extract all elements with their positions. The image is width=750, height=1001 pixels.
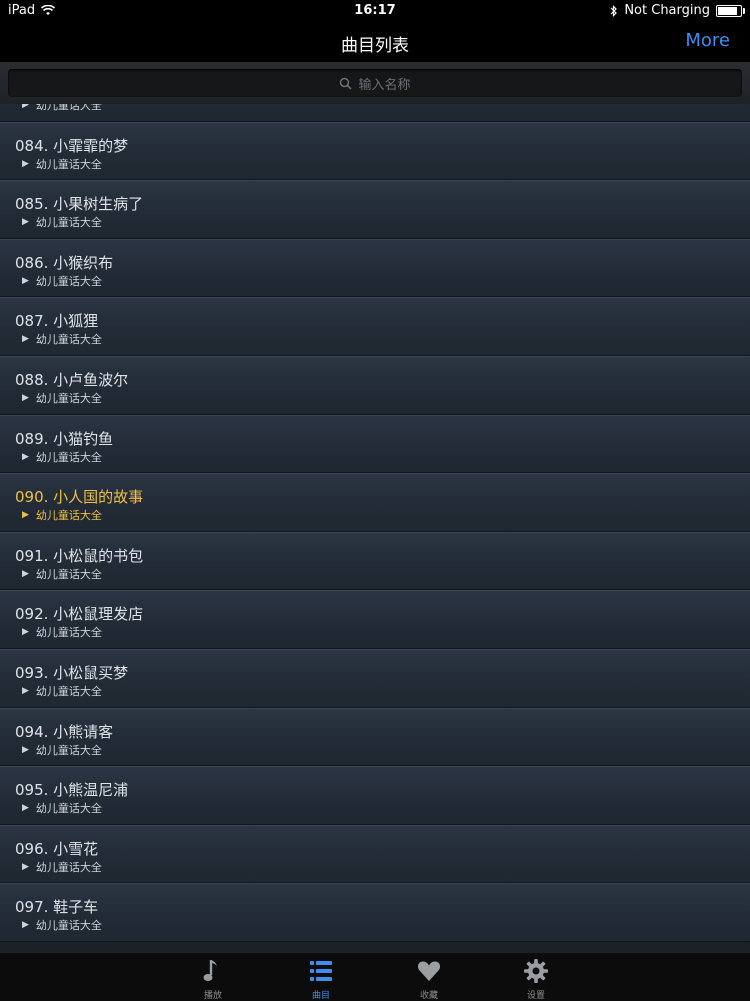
track-title: 091. 小松鼠的书包	[15, 546, 144, 565]
album-name: 幼儿童话大全	[35, 333, 102, 347]
play-triangle-icon: ▶	[22, 275, 29, 286]
track-title: 084. 小霏霏的梦	[15, 136, 129, 155]
album-name: 幼儿童话大全	[35, 216, 102, 230]
search-input[interactable]: 输入名称	[8, 69, 742, 97]
more-button[interactable]: More	[685, 30, 730, 51]
track-subtitle: ▶ 幼儿童话大全	[22, 566, 102, 582]
search-bar: 输入名称	[0, 62, 750, 105]
track-title: 088. 小卢鱼波尔	[15, 370, 129, 389]
track-title: 096. 小雪花	[15, 839, 99, 858]
list-item[interactable]: 094. 小熊请客 ▶ 幼儿童话大全	[0, 707, 750, 767]
play-triangle-icon: ▶	[22, 392, 29, 403]
list-item[interactable]: 090. 小人国的故事 ▶ 幼儿童话大全	[0, 473, 750, 532]
album-name: 幼儿童话大全	[35, 104, 102, 112]
track-subtitle: ▶ 幼儿童话大全	[22, 683, 102, 699]
tab-play[interactable]: 播放	[178, 953, 248, 1001]
play-triangle-icon: ▶	[22, 920, 29, 931]
album-name: 幼儿童话大全	[35, 567, 102, 581]
track-title: 086. 小猴织布	[15, 253, 114, 272]
track-list[interactable]: 083. 小草▶幼儿童话大全084. 小霏霏的梦▶幼儿童话大全085. 小果树生…	[0, 104, 750, 952]
play-triangle-icon: ▶	[22, 158, 29, 169]
track-title: 092. 小松鼠理发店	[15, 605, 144, 624]
play-triangle-icon: ▶	[22, 510, 29, 521]
album-name: 幼儿童话大全	[35, 684, 102, 698]
list-item[interactable]: 089. 小猫钓鱼 ▶ 幼儿童话大全	[0, 414, 750, 474]
play-triangle-icon: ▶	[22, 217, 29, 228]
track-subtitle: ▶ 幼儿童话大全	[22, 742, 102, 758]
track-subtitle: ▶ 幼儿童话大全	[22, 507, 102, 523]
music-note-icon	[203, 960, 217, 981]
track-title: 097. 鞋子车	[15, 898, 99, 917]
list-item[interactable]: 095. 小熊温尼浦 ▶ 幼儿童话大全	[0, 766, 750, 825]
track-subtitle: ▶ 幼儿童话大全	[22, 859, 102, 875]
track-title: 089. 小猫钓鱼	[15, 429, 114, 448]
play-triangle-icon: ▶	[22, 685, 29, 696]
album-name: 幼儿童话大全	[35, 802, 102, 816]
list-item[interactable]: 093. 小松鼠买梦 ▶ 幼儿童话大全	[0, 648, 750, 708]
album-name: 幼儿童话大全	[35, 743, 102, 757]
play-triangle-icon: ▶	[22, 104, 29, 110]
album-name: 幼儿童话大全	[35, 626, 102, 640]
list-icon	[310, 961, 332, 981]
list-item[interactable]: 083. 小草▶幼儿童话大全	[0, 104, 750, 122]
charging-status: Not Charging	[624, 3, 710, 18]
battery-icon	[716, 4, 745, 17]
tab-play-label: 播放	[203, 991, 222, 1001]
track-subtitle: ▶ 幼儿童话大全	[22, 331, 102, 347]
track-subtitle: ▶ 幼儿童话大全	[22, 156, 102, 172]
album-name: 幼儿童话大全	[35, 509, 102, 523]
track-subtitle: ▶ 幼儿童话大全	[22, 917, 102, 933]
bluetooth-icon	[610, 4, 618, 17]
list-item[interactable]: 091. 小松鼠的书包 ▶ 幼儿童话大全	[0, 531, 750, 591]
gear-icon	[524, 959, 548, 983]
status-bar: iPad 16:17 Not Charging	[0, 0, 750, 22]
search-icon	[340, 77, 353, 90]
play-triangle-icon: ▶	[22, 627, 29, 638]
list-item[interactable]: 097. 鞋子车 ▶ 幼儿童话大全	[0, 883, 750, 942]
album-name: 幼儿童话大全	[35, 919, 102, 933]
tab-favorites-label: 收藏	[419, 991, 438, 1001]
play-triangle-icon: ▶	[22, 744, 29, 755]
page-title: 曲目列表	[341, 36, 409, 56]
track-title: 085. 小果树生病了	[15, 195, 144, 214]
track-title: 093. 小松鼠买梦	[15, 663, 129, 682]
search-placeholder: 输入名称	[358, 77, 411, 93]
track-title: 094. 小熊请客	[15, 722, 114, 741]
list-item[interactable]: 088. 小卢鱼波尔 ▶ 幼儿童话大全	[0, 355, 750, 415]
track-subtitle: ▶ 幼儿童话大全	[22, 214, 102, 230]
play-triangle-icon: ▶	[22, 334, 29, 345]
album-name: 幼儿童话大全	[35, 157, 102, 171]
track-subtitle: ▶ 幼儿童话大全	[22, 273, 102, 289]
album-name: 幼儿童话大全	[35, 450, 102, 464]
play-triangle-icon: ▶	[22, 568, 29, 579]
play-triangle-icon: ▶	[22, 861, 29, 872]
tab-tracks[interactable]: 曲目	[286, 953, 356, 1001]
tab-settings-label: 设置	[526, 991, 545, 1001]
track-title: 095. 小熊温尼浦	[15, 781, 129, 800]
list-item[interactable]: 084. 小霏霏的梦 ▶ 幼儿童话大全	[0, 121, 750, 181]
track-title: 087. 小狐狸	[15, 312, 99, 331]
play-triangle-icon: ▶	[22, 451, 29, 462]
heart-icon	[417, 961, 441, 981]
tab-tracks-label: 曲目	[311, 991, 330, 1001]
track-subtitle: ▶ 幼儿童话大全	[22, 624, 102, 640]
track-subtitle: ▶ 幼儿童话大全	[22, 104, 102, 113]
track-subtitle: ▶ 幼儿童话大全	[22, 390, 102, 406]
tab-bar: 播放 曲目 收藏 设置	[0, 952, 750, 1001]
navigation-bar: 曲目列表 More	[0, 22, 750, 62]
list-item[interactable]: 086. 小猴织布 ▶ 幼儿童话大全	[0, 238, 750, 298]
list-item[interactable]: 096. 小雪花 ▶ 幼儿童话大全	[0, 824, 750, 884]
play-triangle-icon: ▶	[22, 803, 29, 814]
track-subtitle: ▶ 幼儿童话大全	[22, 449, 102, 465]
list-item[interactable]: 092. 小松鼠理发店 ▶ 幼儿童话大全	[0, 590, 750, 649]
track-subtitle: ▶ 幼儿童话大全	[22, 800, 102, 816]
album-name: 幼儿童话大全	[35, 391, 102, 405]
list-item[interactable]: 085. 小果树生病了 ▶ 幼儿童话大全	[0, 180, 750, 239]
tab-favorites[interactable]: 收藏	[394, 953, 464, 1001]
list-item[interactable]: 087. 小狐狸 ▶ 幼儿童话大全	[0, 297, 750, 356]
album-name: 幼儿童话大全	[35, 274, 102, 288]
tab-settings[interactable]: 设置	[501, 953, 571, 1001]
track-title: 090. 小人国的故事	[15, 488, 144, 507]
album-name: 幼儿童话大全	[35, 860, 102, 874]
